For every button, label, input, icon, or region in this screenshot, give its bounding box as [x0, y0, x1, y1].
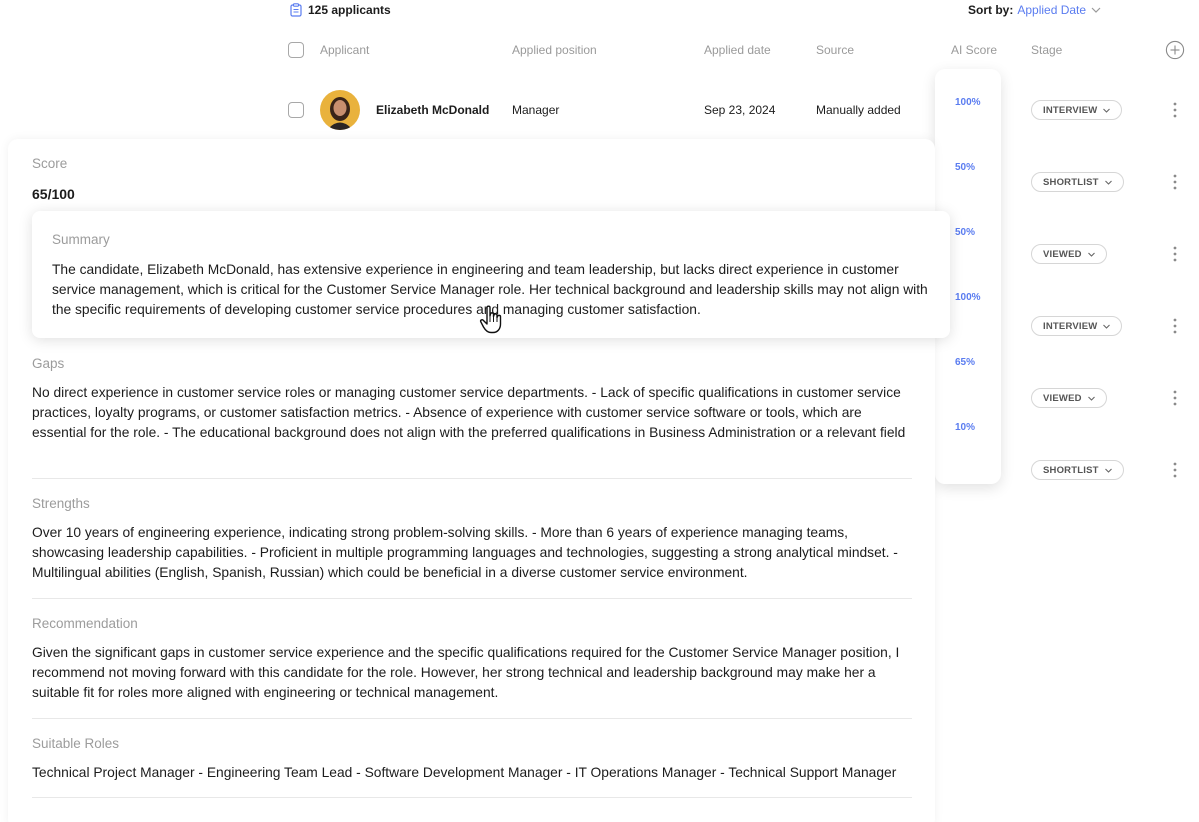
column-applied-date[interactable]: Applied date	[704, 43, 771, 57]
column-stage[interactable]: Stage	[1031, 43, 1062, 57]
suitable-roles-label: Suitable Roles	[32, 736, 120, 751]
chevron-down-icon	[1087, 252, 1095, 257]
stage-dropdown[interactable]: INTERVIEW	[1031, 100, 1123, 120]
applied-date: Sep 23, 2024	[704, 103, 776, 117]
column-applied-position[interactable]: Applied position	[512, 43, 597, 57]
gaps-text: No direct experience in customer service…	[32, 385, 906, 440]
ai-score: 100%	[955, 292, 981, 303]
kebab-icon[interactable]	[1170, 245, 1180, 263]
column-source[interactable]: Source	[816, 43, 854, 57]
stage-label: VIEWED	[1043, 248, 1082, 260]
stage-dropdown[interactable]: VIEWED	[1031, 388, 1107, 408]
ai-score: 50%	[955, 162, 976, 173]
ai-score: 65%	[955, 357, 976, 368]
kebab-icon[interactable]	[1170, 461, 1180, 479]
gaps-label: Gaps	[32, 356, 65, 371]
stage-label: INTERVIEW	[1043, 104, 1098, 116]
kebab-icon[interactable]	[1170, 389, 1180, 407]
divider	[32, 478, 912, 479]
table-header: Applicant Applied position Applied date …	[0, 36, 1199, 64]
chevron-down-icon	[1103, 108, 1111, 113]
recommendation-text: Given the significant gaps in customer s…	[32, 645, 900, 700]
summary-label: Summary	[52, 232, 110, 247]
applied-position: Manager	[512, 103, 560, 117]
strengths-text: Over 10 years of engineering experience,…	[32, 525, 898, 580]
list-header: 125 applicants Sort by: Applied Date	[0, 0, 1199, 22]
stage-label: SHORTLIST	[1043, 176, 1099, 188]
recommendation-label: Recommendation	[32, 616, 138, 631]
kebab-icon[interactable]	[1170, 173, 1180, 191]
stage-label: VIEWED	[1043, 392, 1082, 404]
sort-label: Sort by:	[968, 3, 1014, 17]
divider	[32, 718, 912, 719]
table-row[interactable]: Elizabeth McDonald Manager Sep 23, 2024 …	[0, 90, 930, 130]
chevron-down-icon	[1104, 468, 1112, 473]
stage-label: INTERVIEW	[1043, 320, 1098, 332]
clipboard-icon	[290, 3, 302, 17]
kebab-icon[interactable]	[1170, 317, 1180, 335]
stage-dropdown[interactable]: SHORTLIST	[1031, 460, 1124, 480]
plus-circle-icon[interactable]	[1165, 40, 1185, 60]
ai-score: 50%	[955, 227, 976, 238]
hand-pointer-icon	[479, 305, 502, 334]
chevron-down-icon	[1103, 324, 1111, 329]
column-ai-score[interactable]: AI Score	[951, 43, 997, 57]
divider	[32, 598, 912, 599]
sort-value[interactable]: Applied Date	[1017, 3, 1086, 17]
stage-dropdown[interactable]: SHORTLIST	[1031, 172, 1124, 192]
divider	[32, 797, 912, 798]
score-label: Score	[32, 156, 68, 171]
column-applicant[interactable]: Applicant	[320, 43, 369, 57]
chevron-down-icon[interactable]	[1090, 4, 1102, 16]
ai-score: 10%	[955, 422, 976, 433]
avatar-image	[320, 90, 360, 130]
strengths-label: Strengths	[32, 496, 90, 511]
row-checkbox[interactable]	[288, 102, 304, 118]
chevron-down-icon	[1087, 396, 1095, 401]
source: Manually added	[816, 103, 901, 117]
kebab-icon[interactable]	[1170, 101, 1180, 119]
stage-dropdown[interactable]: VIEWED	[1031, 244, 1107, 264]
stage-dropdown[interactable]: INTERVIEW	[1031, 316, 1123, 336]
sort-control[interactable]: Sort by: Applied Date	[968, 3, 1102, 17]
applicant-count-text: 125 applicants	[308, 3, 391, 17]
avatar	[320, 90, 360, 130]
select-all-checkbox[interactable]	[288, 42, 304, 58]
applicant-name[interactable]: Elizabeth McDonald	[376, 103, 489, 117]
stage-label: SHORTLIST	[1043, 464, 1099, 476]
suitable-roles-text: Technical Project Manager - Engineering …	[32, 765, 897, 780]
ai-score: 100%	[955, 97, 981, 108]
applicant-count: 125 applicants	[290, 3, 391, 17]
score-value: 65/100	[32, 186, 75, 202]
chevron-down-icon	[1104, 180, 1112, 185]
